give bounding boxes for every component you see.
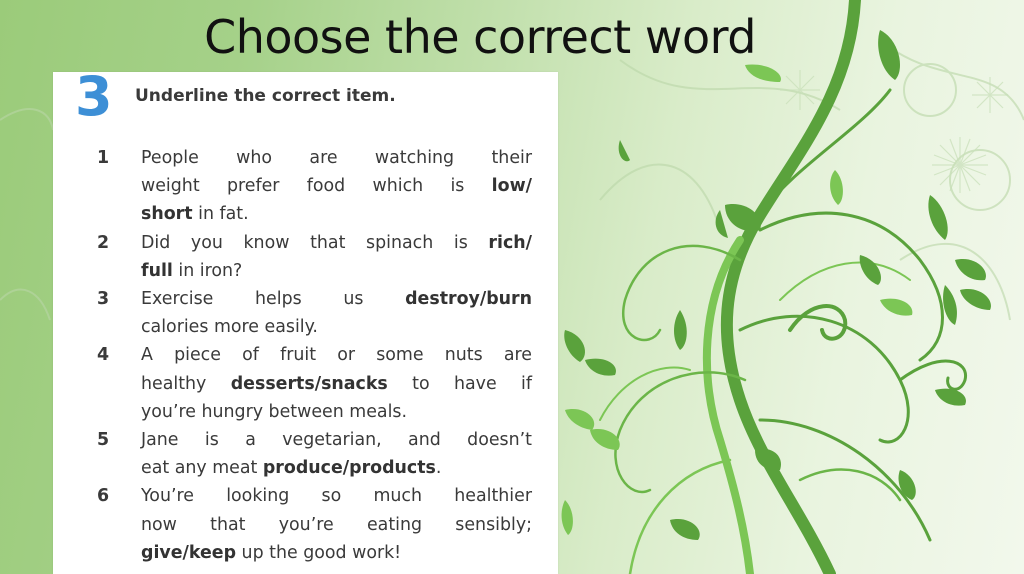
item-number: 5	[97, 430, 110, 451]
item-text: Jane is a vegetarian, and doesn’t	[141, 430, 532, 451]
faint-dandelion-flowers	[780, 70, 1008, 193]
item-text-line: Exercise helps us destroy/burn	[141, 285, 532, 313]
item-number: 2	[97, 232, 110, 253]
vine-leaves	[561, 30, 991, 540]
item-text-line: healthy desserts/snacks to have if	[141, 370, 532, 398]
item-text-line: give/keep up the good work!	[141, 539, 532, 567]
answer-option[interactable]: rich/	[488, 233, 532, 253]
item-number: 4	[97, 345, 110, 366]
item-text: now that you’re eating sensibly;	[141, 514, 532, 535]
item-text-line: People who are watching their	[141, 144, 532, 172]
answer-option[interactable]: short	[141, 204, 193, 224]
item-text-line: A piece of fruit or some nuts are	[141, 341, 532, 369]
answer-option[interactable]: desserts/snacks	[231, 374, 388, 394]
item-text: to have if	[387, 373, 532, 394]
exercise-item: 1 People who are watching their weight pre…	[53, 144, 558, 229]
item-text-line: weight prefer food which is low/	[141, 172, 532, 200]
answer-option[interactable]: produce/products	[263, 458, 436, 478]
item-text: You’re looking so much healthier	[141, 486, 532, 507]
item-text: eat any meat	[141, 458, 263, 479]
item-text: Exercise helps us	[141, 289, 406, 310]
answer-option[interactable]: low/	[492, 176, 532, 196]
exercise-item: 2 Did you know that spinach is rich/full …	[53, 229, 558, 285]
item-text: .	[435, 458, 442, 479]
item-text-line: Did you know that spinach is rich/	[141, 229, 532, 257]
item-text: healthy	[141, 373, 231, 394]
answer-option[interactable]: destroy/burn	[405, 289, 532, 309]
item-text-line: you’re hungry between meals.	[141, 398, 532, 426]
exercise-number: 3	[75, 65, 113, 128]
exercise-item: 5 Jane is a vegetarian, and doesn’t eat an…	[53, 426, 558, 482]
item-text: up the good work!	[236, 542, 402, 563]
item-number: 1	[97, 148, 110, 168]
item-text-line: You’re looking so much healthier	[141, 482, 532, 510]
item-text: People who are watching their	[141, 148, 532, 168]
exercise-item: 6 You’re looking so much healthier now tha…	[53, 482, 558, 567]
item-text: in fat.	[192, 204, 249, 225]
item-text-line: eat any meat produce/products.	[141, 454, 532, 482]
item-text-line: calories more easily.	[141, 313, 532, 341]
item-text-line: Jane is a vegetarian, and doesn’t	[141, 426, 532, 454]
item-text: you’re hungry between meals.	[141, 401, 407, 422]
exercise-item: 3 Exercise helps us destroy/burn calories …	[53, 285, 558, 341]
item-text-line: short in fat.	[141, 200, 532, 228]
item-text: Did you know that spinach is	[141, 232, 489, 253]
slide-title: Choose the correct word	[204, 10, 756, 64]
item-text: calories more easily.	[141, 317, 318, 338]
exercise-item: 4 A piece of fruit or some nuts are health…	[53, 341, 558, 426]
item-text-line: now that you’re eating sensibly;	[141, 511, 532, 539]
exercise-card: 3 Underline the correct item. 1 People wh…	[53, 65, 558, 574]
item-number: 6	[97, 486, 110, 507]
exercise-items-list: 1 People who are watching their weight pre…	[53, 144, 558, 567]
item-text: weight prefer food which is	[141, 176, 492, 197]
answer-option[interactable]: full	[141, 261, 173, 281]
item-text-line: full in iron?	[141, 257, 532, 285]
item-number: 3	[97, 289, 110, 310]
exercise-instruction: Underline the correct item.	[135, 86, 396, 106]
item-text: in iron?	[172, 260, 243, 281]
vine-stems	[599, 0, 968, 574]
answer-option[interactable]: give/keep	[141, 543, 236, 563]
item-text: A piece of fruit or some nuts are	[141, 345, 532, 366]
